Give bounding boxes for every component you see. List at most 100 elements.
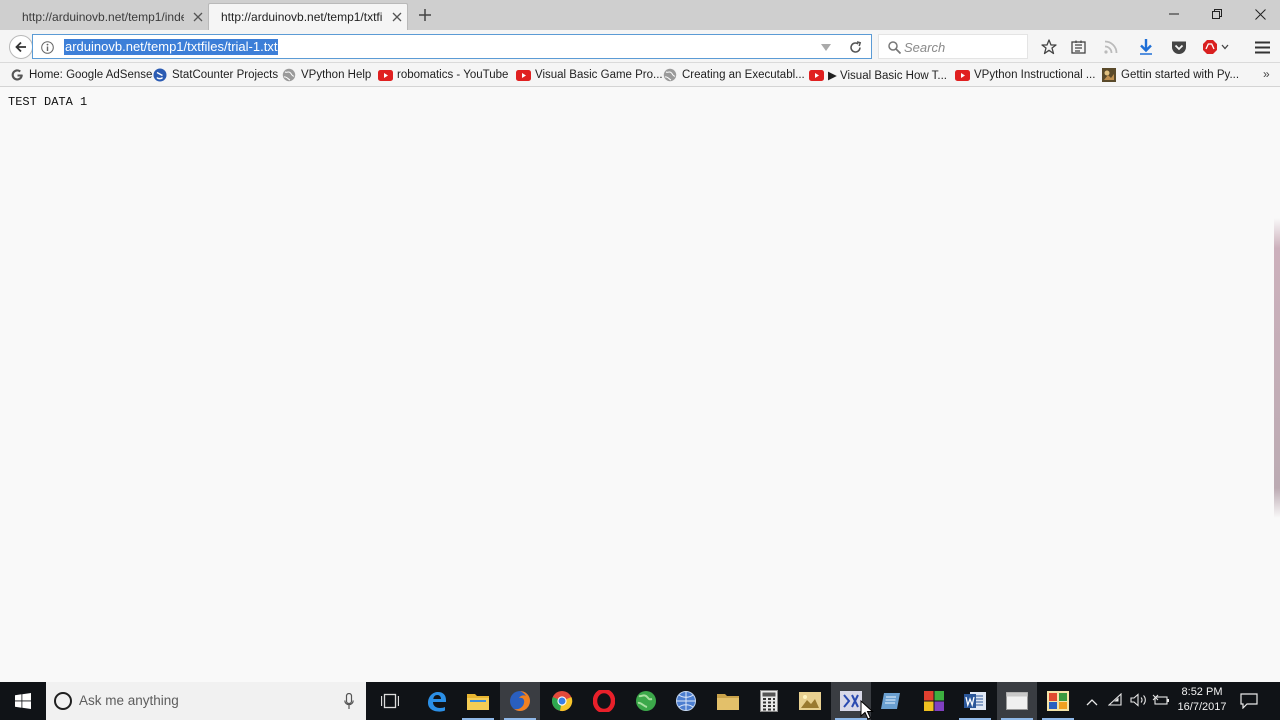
chevron-up-icon[interactable] <box>1086 694 1098 712</box>
reload-icon[interactable] <box>847 39 863 55</box>
cortana-search-box[interactable]: Ask me anything <box>46 682 366 720</box>
adblock-plus-button[interactable] <box>1201 35 1231 59</box>
clipboard-icon <box>1070 40 1086 54</box>
window-icon <box>1006 692 1028 710</box>
taskbar-files-app[interactable] <box>708 682 748 720</box>
search-box[interactable]: Search <box>878 34 1028 59</box>
bookmark-label: Home: Google AdSense <box>29 69 153 81</box>
bookmark-label: ▶ Visual Basic How T... <box>828 70 947 82</box>
reading-list-button[interactable] <box>1066 35 1090 59</box>
bookmark-item[interactable]: VPython Help <box>281 63 371 87</box>
cortana-icon <box>54 692 72 710</box>
battery-plug-icon[interactable] <box>1152 693 1170 712</box>
downloads-button[interactable] <box>1134 35 1158 59</box>
taskbar-globe-app[interactable] <box>626 682 666 720</box>
paint-palette-icon <box>1047 691 1069 711</box>
minimize-button[interactable] <box>1153 0 1195 28</box>
mouse-cursor-icon <box>860 700 874 720</box>
restore-icon <box>1212 9 1222 19</box>
firefox-icon <box>510 691 530 711</box>
folder-icon <box>717 694 739 710</box>
visual-studio-icon <box>840 691 862 711</box>
network-globe-icon <box>676 691 696 711</box>
restore-button[interactable] <box>1196 0 1238 28</box>
star-icon <box>1041 39 1057 55</box>
tab-title: http://arduinovb.net/temp1/txtfiles/ <box>221 10 383 24</box>
clock-date: 16/7/2017 <box>1177 701 1227 713</box>
plus-icon <box>419 9 431 21</box>
taskbar-search-input[interactable]: Ask me anything <box>79 693 179 708</box>
desktop-edge <box>1274 218 1280 518</box>
clock[interactable]: 8:52 PM 16/7/2017 <box>1170 685 1234 715</box>
back-button[interactable] <box>9 35 33 59</box>
url-input[interactable]: arduinovb.net/temp1/txtfiles/trial-1.txt <box>64 39 279 55</box>
taskbar-file-explorer[interactable] <box>458 682 498 720</box>
new-tab-button[interactable] <box>415 5 435 25</box>
plain-text-document: TEST DATA 1 <box>8 95 88 109</box>
hamburger-menu-icon <box>1254 41 1270 53</box>
taskbar-color-app[interactable] <box>914 682 954 720</box>
image-icon <box>1101 67 1117 83</box>
pocket-icon <box>1172 41 1186 54</box>
bookmarks-toolbar: Home: Google AdSense StatCounter Project… <box>0 63 1280 87</box>
bookmark-star-button[interactable] <box>1037 35 1061 59</box>
taskbar-firefox[interactable] <box>500 682 540 720</box>
youtube-icon <box>377 67 393 83</box>
bookmark-label: VPython Instructional ... <box>974 69 1096 81</box>
info-icon[interactable] <box>39 39 55 55</box>
chrome-icon <box>551 691 573 712</box>
close-tab-icon[interactable] <box>188 7 208 27</box>
close-tab-icon[interactable] <box>387 7 407 27</box>
pocket-button[interactable] <box>1167 35 1191 59</box>
wifi-icon[interactable] <box>1107 692 1124 712</box>
bookmark-item[interactable]: robomatics - YouTube <box>377 63 508 87</box>
globe-icon <box>636 691 656 711</box>
bookmark-item[interactable]: Creating an Executabl... <box>662 63 805 87</box>
navigation-toolbar: arduinovb.net/temp1/txtfiles/trial-1.txt… <box>0 30 1280 63</box>
download-arrow-icon <box>1140 39 1152 55</box>
bookmarks-overflow-button[interactable]: » <box>1263 67 1270 81</box>
arrow-left-icon <box>15 41 26 53</box>
windows-taskbar: Ask me anything 8:52 PM 16/7/2017 <box>0 682 1280 720</box>
bookmark-item[interactable]: ▶ Visual Basic How T... <box>808 63 947 87</box>
calculator-icon <box>760 690 778 712</box>
volume-icon[interactable] <box>1130 693 1148 712</box>
taskbar-word[interactable] <box>955 682 995 720</box>
search-input[interactable]: Search <box>904 40 945 55</box>
taskbar-chrome[interactable] <box>542 682 582 720</box>
start-button[interactable] <box>0 682 46 720</box>
taskbar-photo-app[interactable] <box>790 682 830 720</box>
close-window-button[interactable] <box>1239 0 1280 28</box>
chevron-down-icon[interactable] <box>819 41 833 53</box>
task-view-icon <box>381 693 399 709</box>
bookmark-item[interactable]: Gettin started with Py... <box>1101 63 1239 87</box>
menu-button[interactable] <box>1250 35 1274 59</box>
taskbar-window-app[interactable] <box>997 682 1037 720</box>
google-icon <box>9 67 25 83</box>
taskbar-network-app[interactable] <box>666 682 706 720</box>
bookmark-item[interactable]: Visual Basic Game Pro... <box>515 63 663 87</box>
tab-txtfiles[interactable]: http://arduinovb.net/temp1/txtfiles/ <box>208 3 408 30</box>
bookmark-item[interactable]: StatCounter Projects <box>152 63 278 87</box>
bookmark-item[interactable]: VPython Instructional ... <box>954 63 1095 87</box>
globe-icon <box>281 67 297 83</box>
minimize-icon <box>1169 13 1179 15</box>
clock-time: 8:52 PM <box>1181 686 1223 698</box>
tab-title: http://arduinovb.net/temp1/index <box>22 9 184 24</box>
url-bar[interactable]: arduinovb.net/temp1/txtfiles/trial-1.txt <box>32 34 872 59</box>
taskbar-edge[interactable] <box>416 682 456 720</box>
notifications-icon[interactable] <box>1240 693 1258 714</box>
adblock-icon <box>1203 40 1229 54</box>
bookmark-label: robomatics - YouTube <box>397 69 509 81</box>
bookmark-item[interactable]: Home: Google AdSense <box>9 63 152 87</box>
task-view-button[interactable] <box>370 682 410 720</box>
rss-button[interactable] <box>1099 35 1123 59</box>
edge-browser-icon <box>428 692 446 712</box>
taskbar-paint-app[interactable] <box>1038 682 1078 720</box>
tab-index[interactable]: http://arduinovb.net/temp1/index <box>10 3 210 30</box>
microphone-icon[interactable] <box>342 691 356 711</box>
taskbar-opera[interactable] <box>584 682 624 720</box>
taskbar-notepad-app[interactable] <box>872 682 912 720</box>
windows-logo-icon <box>15 693 31 709</box>
taskbar-calculator[interactable] <box>749 682 789 720</box>
